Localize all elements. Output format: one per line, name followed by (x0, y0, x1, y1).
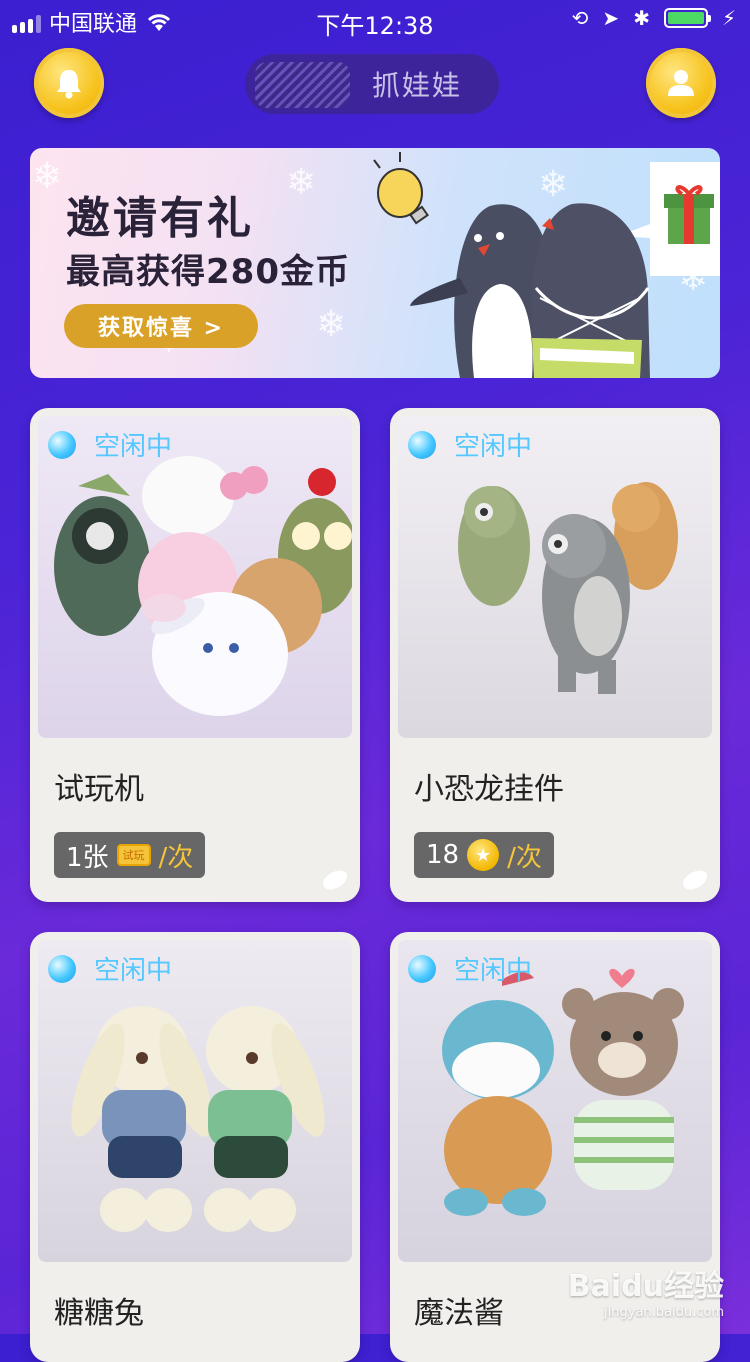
charging-icon: ⚡ (721, 6, 736, 30)
machine-name: 魔法酱 (414, 1296, 504, 1331)
notification-button[interactable] (34, 48, 104, 118)
banner-subtitle: 最高获得280金币 (66, 252, 350, 292)
machine-status: 空闲中 (408, 950, 532, 987)
machine-status: 空闲中 (48, 950, 172, 987)
status-dot-icon (408, 430, 436, 459)
snowflake-icon: ❄ (32, 156, 63, 197)
status-bar: 中国联通 下午12:38 ⟲ ➤ ✱ ⚡ (0, 0, 750, 40)
machine-name: 糖糖兔 (54, 1296, 144, 1331)
bluetooth-icon: ✱ (633, 6, 650, 30)
snowflake-icon: ❄ (286, 162, 317, 203)
battery-icon (663, 8, 711, 28)
corner-decoration (679, 866, 711, 894)
price-tag: 18 ★ /次 (414, 832, 554, 878)
ticket-icon: 试玩 (116, 844, 151, 866)
title-redaction (255, 62, 350, 108)
plush-toy-collection-image (54, 456, 352, 716)
bell-icon (57, 70, 81, 99)
status-dot-icon (48, 954, 76, 983)
machine-status: 空闲中 (48, 426, 172, 463)
machine-card[interactable]: 空闲中 小恐龙挂件 18 ★ /次 (390, 408, 720, 902)
price-amount: 1张 (66, 842, 109, 873)
penguin-right (531, 203, 650, 378)
profile-button[interactable] (646, 48, 716, 118)
penguins-illustration (373, 152, 720, 378)
plush-hippo-and-bear-image (442, 968, 684, 1216)
machine-image (398, 416, 712, 738)
price-unit: /次 (507, 842, 542, 873)
corner-decoration (319, 866, 351, 894)
app-title: 抓娃娃 (245, 54, 499, 114)
price-amount: 18 (426, 840, 460, 870)
status-dot-icon (408, 954, 436, 983)
get-surprise-button[interactable]: 获取惊喜 > (64, 304, 258, 348)
machine-image (38, 940, 352, 1262)
machine-name: 试玩机 (54, 772, 144, 807)
machine-name: 小恐龙挂件 (414, 772, 564, 807)
invite-banner[interactable]: ❄ ❄ ❄ ❄ ❄ ❄ 邀请有礼 最高获得280金币 获取惊喜 > (30, 148, 720, 378)
machine-image (38, 416, 352, 738)
coin-icon: ★ (467, 839, 500, 871)
snowflake-icon: ❄ (316, 304, 347, 345)
price-unit: /次 (158, 842, 194, 873)
machine-card[interactable]: 空闲中 糖糖兔 (30, 932, 360, 1362)
plush-rabbits-image (71, 1006, 325, 1232)
machine-card[interactable]: 空闲中 试玩机 1张 试玩 /次 (30, 408, 360, 902)
plush-dinosaurs-image (458, 482, 678, 694)
status-dot-icon (48, 430, 76, 459)
lightbulb-icon (373, 152, 429, 225)
machine-image (398, 940, 712, 1262)
watermark: Baidu经验 jingyan.baidu.com (567, 1269, 724, 1320)
banner-title: 邀请有礼 (66, 193, 254, 244)
user-icon (668, 70, 694, 96)
machine-status: 空闲中 (408, 426, 532, 463)
location-icon: ➤ (602, 6, 620, 30)
price-tag: 1张 试玩 /次 (54, 832, 206, 878)
rotation-lock-icon: ⟲ (571, 6, 589, 30)
